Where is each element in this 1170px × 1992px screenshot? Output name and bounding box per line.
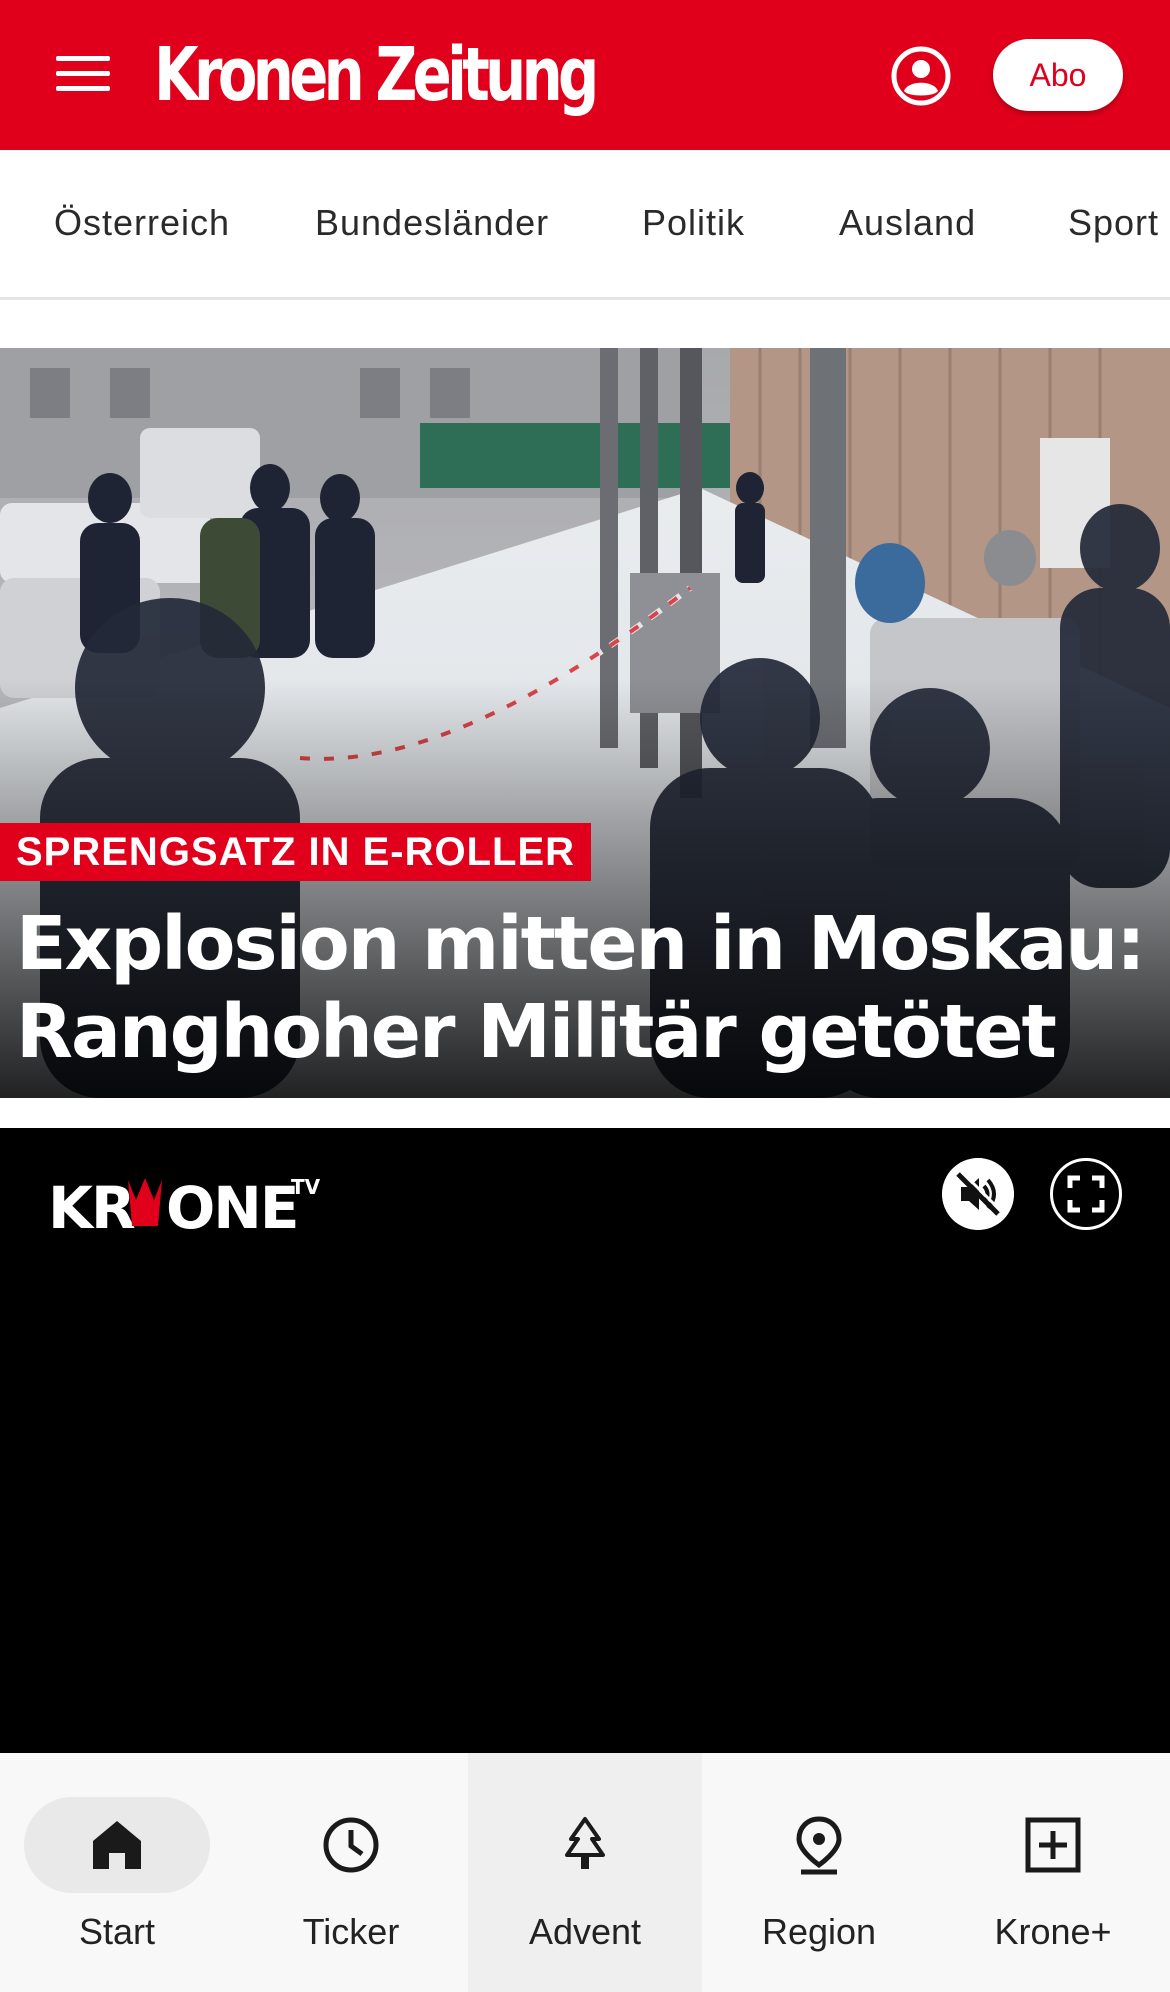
category-nav: Österreich Bundesländer Politik Ausland … (0, 150, 1170, 300)
nav-ticker-label: Ticker (302, 1911, 400, 1952)
article-headline[interactable]: Explosion mitten in Moskau: Ranghoher Mi… (16, 900, 1146, 1076)
category-bundeslaender[interactable]: Bundesländer (315, 202, 549, 244)
category-ausland[interactable]: Ausland (839, 202, 976, 244)
krone-tv-logo: KR ONE TV (48, 1174, 321, 1240)
user-account-icon[interactable] (890, 45, 952, 107)
tree-icon (565, 1817, 605, 1869)
brand-logo[interactable]: Kronen Zeitung (154, 30, 599, 120)
nav-region-label: Region (761, 1911, 877, 1952)
fullscreen-icon[interactable] (1050, 1158, 1122, 1230)
article-kicker[interactable]: SPRENGSATZ IN E-ROLLER (0, 823, 592, 881)
clock-icon (323, 1817, 379, 1873)
menu-icon[interactable] (54, 52, 114, 96)
nav-start[interactable]: Start (0, 1753, 234, 1992)
speaker-muted-icon[interactable] (942, 1158, 1014, 1230)
nav-krone-plus-label: Krone+ (994, 1911, 1112, 1952)
nav-advent-label: Advent (528, 1911, 642, 1952)
nav-krone-plus[interactable]: Krone+ (936, 1753, 1170, 1992)
location-pin-icon (796, 1816, 842, 1875)
category-oesterreich[interactable]: Österreich (54, 202, 230, 244)
home-icon (93, 1821, 141, 1869)
nav-start-label: Start (78, 1911, 156, 1952)
nav-advent[interactable]: Advent (468, 1753, 702, 1992)
category-politik[interactable]: Politik (642, 202, 745, 244)
category-sport[interactable]: Sport (1068, 202, 1159, 244)
app-screen: Kronen Zeitung Abo Österreich Bundesländ… (0, 0, 1170, 1992)
plus-square-icon (1025, 1817, 1081, 1873)
svg-text:KR: KR (48, 1174, 135, 1240)
subscribe-button[interactable]: Abo (993, 39, 1123, 111)
svg-text:ONE: ONE (166, 1174, 297, 1240)
nav-ticker[interactable]: Ticker (234, 1753, 468, 1992)
svg-text:TV: TV (291, 1175, 321, 1199)
nav-region[interactable]: Region (702, 1753, 936, 1992)
bottom-navigation: Start Ticker Advent Region Krone+ (0, 1753, 1170, 1992)
top-header: Kronen Zeitung Abo (0, 0, 1170, 150)
